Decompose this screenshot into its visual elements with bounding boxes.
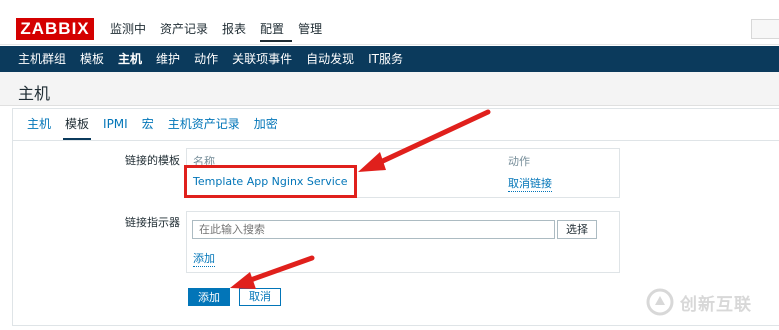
tab-encryption[interactable]: 加密 [254,115,278,140]
sub-menu-templates[interactable]: 模板 [80,50,104,68]
brand-logo-icon [646,288,674,316]
sub-menu-it-services[interactable]: IT服务 [368,50,403,68]
add-button[interactable]: 添加 [188,288,230,306]
page-title: 主机 [18,84,51,103]
zabbix-logo[interactable]: ZABBIX [16,18,94,40]
watermark: 创新互联 [646,286,776,318]
tab-macros[interactable]: 宏 [142,115,154,140]
host-tabs: 主机 模板 IPMI 宏 主机资产记录 加密 [27,115,292,140]
tab-host[interactable]: 主机 [27,115,51,140]
tab-templates[interactable]: 模板 [63,115,92,140]
sub-menu: 主机群组 模板 主机 维护 动作 关联项事件 自动发现 IT服务 [0,46,779,72]
annotation-highlight-box [184,165,357,198]
tab-divider [13,140,779,141]
watermark-text: 创新互联 [680,294,752,315]
unlink-button[interactable]: 取消链接 [508,175,552,192]
add-template-link[interactable]: 添加 [193,250,215,267]
main-menu: 监测中 资产记录 报表 配置 管理 [110,20,336,42]
sub-menu-actions[interactable]: 动作 [194,50,218,68]
sub-menu-hosts[interactable]: 主机 [118,50,142,68]
sub-menu-discovery[interactable]: 自动发现 [306,50,354,68]
page-header: 主机 [0,72,779,106]
cancel-button[interactable]: 取消 [239,288,281,306]
main-menu-inventory[interactable]: 资产记录 [160,20,216,42]
sub-menu-correlation[interactable]: 关联项事件 [232,50,292,68]
select-button[interactable]: 选择 [557,220,597,239]
main-menu-configuration[interactable]: 配置 [260,20,293,42]
main-menu-reports[interactable]: 报表 [222,20,254,42]
linked-templates-label: 链接的模板 [125,154,180,167]
global-search-input[interactable] [751,19,779,39]
sub-menu-host-groups[interactable]: 主机群组 [18,50,66,68]
tab-ipmi[interactable]: IPMI [103,115,128,140]
link-indicator-label: 链接指示器 [125,216,180,229]
template-search-input[interactable] [192,220,555,239]
main-menu-administration[interactable]: 管理 [298,20,330,42]
column-header-action: 动作 [508,155,530,168]
top-bar: ZABBIX 监测中 资产记录 报表 配置 管理 [0,0,779,45]
tab-inventory[interactable]: 主机资产记录 [168,115,240,140]
main-menu-monitoring[interactable]: 监测中 [110,20,154,42]
sub-menu-maintenance[interactable]: 维护 [156,50,180,68]
